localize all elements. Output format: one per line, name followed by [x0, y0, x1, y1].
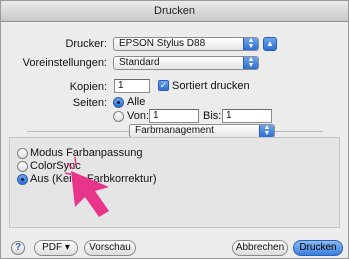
pages-to-label: Bis: [203, 110, 222, 122]
pages-range-radio[interactable] [113, 111, 124, 122]
collate-checkbox[interactable]: ✓ [158, 80, 169, 91]
preview-button[interactable]: Vorschau [84, 240, 136, 256]
expand-dialog-button[interactable]: ▲ [263, 37, 277, 51]
window-title: Drucken [1, 1, 348, 22]
section-value: Farbmanagement [135, 125, 214, 136]
pages-to-input[interactable]: 1 [222, 109, 272, 123]
checkmark-icon: ✓ [159, 80, 168, 90]
pointer-arrow-icon [65, 156, 109, 217]
popup-arrows-icon: ▲ ▼ [243, 57, 258, 69]
printer-value: EPSON Stylus D88 [119, 38, 206, 49]
copies-input[interactable]: 1 [114, 79, 150, 93]
presets-label: Voreinstellungen: [22, 57, 107, 69]
pdf-menu-button[interactable]: PDF ▾ [34, 240, 78, 256]
popup-arrows-icon: ▲ ▼ [243, 38, 258, 50]
cancel-button[interactable]: Abbrechen [232, 240, 288, 256]
pages-label: Seiten: [72, 97, 107, 109]
pages-all-radio[interactable] [113, 97, 124, 108]
printer-popup[interactable]: EPSON Stylus D88 ▲ ▼ [113, 37, 259, 51]
printer-label: Drucker: [65, 38, 107, 50]
triangle-up-icon: ▲ [266, 39, 274, 48]
print-button[interactable]: Drucken [293, 240, 343, 256]
color-option-radio[interactable] [17, 148, 28, 159]
print-dialog: Drucken Drucker: EPSON Stylus D88 ▲ ▼ ▲ V… [0, 0, 349, 259]
pages-all-label: Alle [127, 96, 146, 108]
copies-label: Kopien: [69, 81, 107, 93]
presets-popup[interactable]: Standard ▲ ▼ [113, 56, 259, 70]
color-option-radio[interactable] [17, 174, 28, 185]
pages-from-input[interactable]: 1 [149, 109, 199, 123]
pages-from-label: Von: [127, 110, 150, 122]
presets-value: Standard [119, 57, 160, 68]
popup-arrows-icon: ▲ ▼ [259, 125, 274, 137]
help-button[interactable]: ? [11, 241, 25, 255]
color-option-radio[interactable] [17, 161, 28, 172]
collate-label: Sortiert drucken [172, 80, 250, 92]
section-popup[interactable]: Farbmanagement ▲ ▼ [129, 124, 275, 138]
